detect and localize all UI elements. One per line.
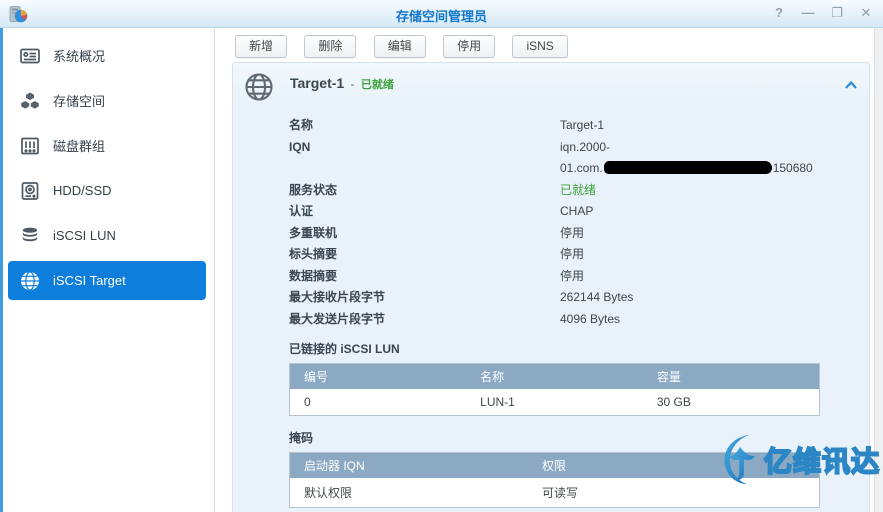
sidebar: 系统概况 存储空间 xyxy=(0,28,215,512)
disable-button[interactable]: 停用 xyxy=(443,35,495,58)
title-separator: - xyxy=(351,77,355,91)
disk-group-icon xyxy=(18,135,42,157)
detail-row-max-receive: 最大接收片段字节 262144 Bytes xyxy=(289,287,869,309)
toolbar: 新增 删除 编辑 停用 iSNS xyxy=(215,28,883,62)
sidebar-item-iscsi-target[interactable]: iSCSI Target xyxy=(8,261,206,300)
window-title: 存储空间管理员 xyxy=(0,6,883,25)
target-panel-header: Target-1 - 已就绪 xyxy=(233,63,869,102)
edit-button[interactable]: 编辑 xyxy=(374,35,426,58)
hdd-icon xyxy=(18,180,42,202)
maximize-icon[interactable]: ❐ xyxy=(830,5,844,21)
detail-row-auth: 认证 CHAP xyxy=(289,201,869,223)
target-name: Target-1 xyxy=(290,75,344,91)
redaction-blob xyxy=(604,161,772,174)
create-button[interactable]: 新增 xyxy=(235,35,287,58)
table-row[interactable]: 0 LUN-1 30 GB xyxy=(290,389,820,416)
titlebar: 存储空间管理员 ? — ❐ ✕ xyxy=(0,0,883,28)
target-globe-icon xyxy=(244,72,274,102)
mask-table: 启动器 IQN 权限 默认权限 可读写 xyxy=(289,452,820,508)
column-header: 启动器 IQN xyxy=(290,453,529,479)
main-content: 新增 删除 编辑 停用 iSNS Target-1 xyxy=(215,28,883,512)
help-icon[interactable]: ? xyxy=(772,5,786,21)
isns-button[interactable]: iSNS xyxy=(512,35,567,58)
table-row[interactable]: 默认权限 可读写 xyxy=(290,478,820,508)
detail-row-name: 名称 Target-1 xyxy=(289,115,869,137)
sidebar-item-label: iSCSI LUN xyxy=(53,228,116,243)
storage-manager-window: 存储空间管理员 ? — ❐ ✕ 系统概况 xyxy=(0,0,883,512)
lun-section-heading: 已链接的 iSCSI LUN xyxy=(289,340,869,357)
sidebar-item-label: 系统概况 xyxy=(53,46,105,65)
sidebar-item-label: 存储空间 xyxy=(53,91,105,110)
iqn-value: iqn.2000- 01.com.150680 xyxy=(560,137,869,180)
sidebar-item-label: iSCSI Target xyxy=(53,273,126,288)
detail-row-data-digest: 数据摘要 停用 xyxy=(289,266,869,288)
target-status-badge: 已就绪 xyxy=(361,79,394,91)
target-details: 名称 Target-1 IQN iqn.2000- 01.com.150680 … xyxy=(289,115,869,330)
sidebar-item-label: HDD/SSD xyxy=(53,183,112,198)
lun-database-icon xyxy=(18,225,42,247)
sidebar-item-overview[interactable]: 系统概况 xyxy=(3,33,214,78)
vertical-scrollbar[interactable] xyxy=(874,28,883,512)
minimize-icon[interactable]: — xyxy=(801,5,815,21)
target-panel: Target-1 - 已就绪 名称 Target-1 IQN xyxy=(232,62,870,512)
sidebar-item-disk-group[interactable]: 磁盘群组 xyxy=(3,123,214,168)
delete-button[interactable]: 删除 xyxy=(304,35,356,58)
column-header: 权限 xyxy=(528,453,820,479)
lun-table-header-row: 编号 名称 容量 xyxy=(290,364,820,390)
sidebar-item-label: 磁盘群组 xyxy=(53,136,105,155)
storage-cubes-icon xyxy=(18,90,42,112)
sidebar-item-hdd-ssd[interactable]: HDD/SSD xyxy=(3,168,214,213)
collapse-chevron-icon[interactable] xyxy=(844,80,858,90)
close-icon[interactable]: ✕ xyxy=(859,5,873,21)
detail-row-header-digest: 标头摘要 停用 xyxy=(289,244,869,266)
column-header: 容量 xyxy=(643,364,820,390)
mask-table-header-row: 启动器 IQN 权限 xyxy=(290,453,820,479)
column-header: 名称 xyxy=(466,364,643,390)
overview-card-icon xyxy=(18,45,42,67)
lun-table: 编号 名称 容量 0 LUN-1 30 GB xyxy=(289,363,820,416)
detail-row-iqn: IQN iqn.2000- 01.com.150680 xyxy=(289,137,869,180)
detail-row-max-send: 最大发送片段字节 4096 Bytes xyxy=(289,309,869,331)
column-header: 编号 xyxy=(290,364,467,390)
detail-row-multi-session: 多重联机 停用 xyxy=(289,223,869,245)
sidebar-item-iscsi-lun[interactable]: iSCSI LUN xyxy=(3,213,214,258)
detail-row-service-status: 服务状态 已就绪 xyxy=(289,180,869,202)
mask-section-heading: 掩码 xyxy=(289,429,869,446)
globe-icon xyxy=(18,270,42,292)
sidebar-item-volume[interactable]: 存储空间 xyxy=(3,78,214,123)
